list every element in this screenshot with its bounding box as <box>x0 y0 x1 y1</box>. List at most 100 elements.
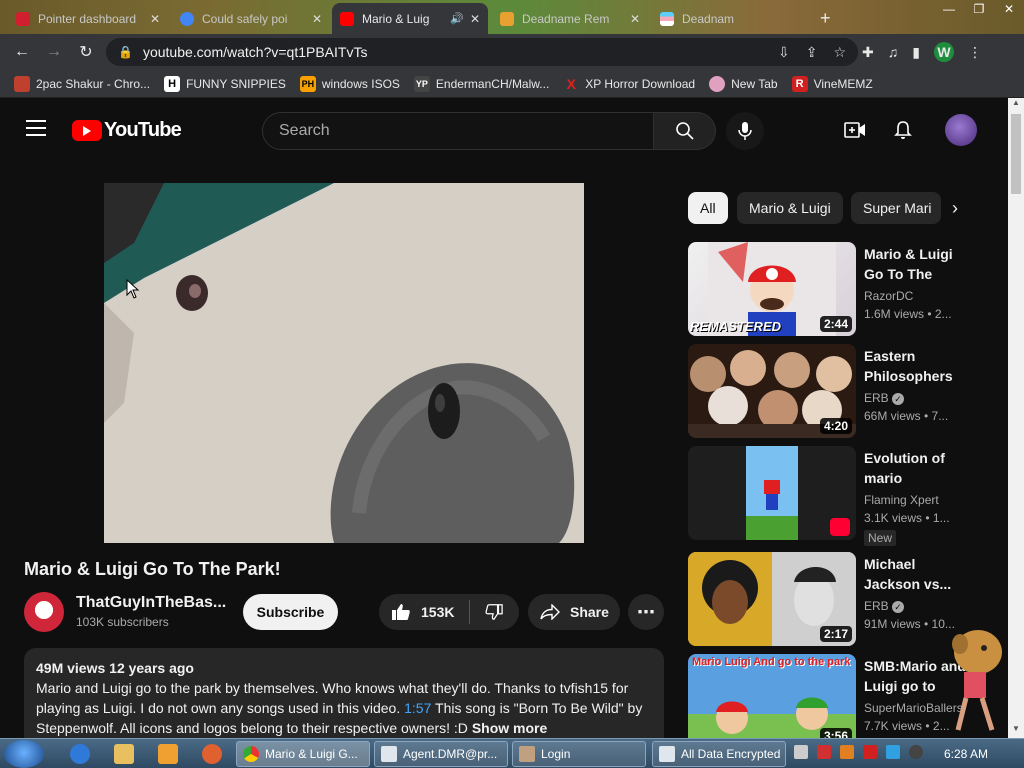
like-button[interactable]: 153K <box>379 594 469 630</box>
close-tab-icon[interactable]: ✕ <box>470 12 480 26</box>
page-scrollbar[interactable]: ▲ ▼ <box>1008 98 1024 738</box>
search-tray-icon[interactable] <box>840 745 854 759</box>
minimize-icon[interactable]: — <box>934 0 964 18</box>
tray-icon[interactable] <box>794 745 808 759</box>
tab-title: Pointer dashboard <box>38 11 137 26</box>
youtube-logo[interactable]: YouTube <box>72 119 182 142</box>
chip-mario-luigi[interactable]: Mario & Luigi <box>737 192 843 224</box>
video-duration: 2:44 <box>819 316 852 332</box>
recommendation-channel[interactable]: ERB ✓ <box>864 599 905 613</box>
menu-kebab-icon[interactable]: ⋮ <box>968 44 982 61</box>
extensions-puzzle-icon[interactable]: ✚ <box>862 44 874 61</box>
bookmark-item[interactable]: PH windows ISOS <box>299 75 400 92</box>
bookmark-item[interactable]: X XP Horror Download <box>563 76 696 92</box>
recommendation-title[interactable]: Evolution of mario <box>864 448 968 488</box>
media-player-icon[interactable] <box>158 744 178 764</box>
browser-tab[interactable]: Pointer dashboard ✕ <box>8 3 168 34</box>
close-tab-icon[interactable]: ✕ <box>630 12 640 26</box>
antivirus-icon[interactable] <box>817 745 831 759</box>
bookmark-item[interactable]: YP EndermanCH/Malw... <box>413 75 550 92</box>
app-quicklaunch-icon[interactable] <box>202 744 222 764</box>
profile-avatar[interactable]: W <box>933 42 954 62</box>
forward-icon[interactable]: → <box>38 36 70 68</box>
recommendation-channel[interactable]: ERB ✓ <box>864 391 905 405</box>
speaker-icon[interactable]: 🔊 <box>450 12 464 25</box>
back-icon[interactable]: ← <box>6 36 38 68</box>
browser-tab[interactable]: Could safely poi ✕ <box>172 3 330 34</box>
scroll-up-icon[interactable]: ▲ <box>1008 98 1024 112</box>
bookmark-item[interactable]: New Tab <box>709 75 778 92</box>
taskbar-button-login[interactable]: Login <box>512 741 646 767</box>
file-explorer-icon[interactable] <box>114 744 134 764</box>
description-box[interactable]: 49M views 12 years ago Mario and Luigi g… <box>24 648 664 738</box>
channel-avatar[interactable] <box>24 592 64 632</box>
network-icon[interactable] <box>886 745 900 759</box>
browser-tab-active[interactable]: Mario & Luig 🔊 ✕ <box>332 3 488 34</box>
recommendation-item[interactable]: REMASTERED 2:44 Mario & Luigi Go To The … <box>688 242 988 336</box>
media-icon[interactable]: ♫ <box>888 44 899 60</box>
timestamp-link[interactable]: 1:57 <box>404 700 431 716</box>
video-thumbnail[interactable] <box>688 446 856 540</box>
start-button-icon[interactable] <box>4 740 44 768</box>
side-panel-icon[interactable]: ▮ <box>912 44 920 61</box>
youtube-play-icon <box>72 120 102 141</box>
recommendation-item[interactable]: 4:20 Eastern Philosophers ... ERB ✓ 66M … <box>688 344 988 438</box>
account-avatar[interactable] <box>945 114 977 146</box>
flag-icon[interactable] <box>863 745 877 759</box>
recommendation-title[interactable]: Eastern Philosophers ... <box>864 346 968 386</box>
search-input[interactable]: Search <box>262 112 654 150</box>
taskbar-button-encrypted[interactable]: All Data Encrypted <box>652 741 786 767</box>
bookmark-star-icon[interactable]: ☆ <box>833 44 846 61</box>
volume-icon[interactable] <box>909 745 923 759</box>
chip-all[interactable]: All <box>688 192 728 224</box>
notifications-bell-icon[interactable] <box>891 118 915 142</box>
dislike-button[interactable] <box>470 594 518 630</box>
scrollbar-thumb[interactable] <box>1011 114 1021 194</box>
video-thumbnail[interactable]: Mario Luigi And go to the park 3:56 <box>688 654 856 738</box>
video-thumbnail[interactable]: 4:20 <box>688 344 856 438</box>
browser-tab[interactable]: Deadnam <box>652 3 802 34</box>
close-tab-icon[interactable]: ✕ <box>150 12 160 26</box>
create-video-icon[interactable] <box>843 118 867 142</box>
install-icon[interactable]: ⇩ <box>778 44 790 61</box>
recommendation-title[interactable]: Michael Jackson vs... <box>864 554 968 594</box>
search-button[interactable] <box>654 112 716 150</box>
address-bar[interactable]: 🔒 youtube.com/watch?v=qt1PBAITvTs ⇩ ⇪ ☆ <box>106 38 858 66</box>
bookmark-item[interactable]: H FUNNY SNIPPIES <box>164 75 286 92</box>
share-button[interactable]: Share <box>528 594 620 630</box>
url-text[interactable]: youtube.com/watch?v=qt1PBAITvTs <box>143 44 368 60</box>
recommendation-channel[interactable]: RazorDC <box>864 289 913 303</box>
restore-icon[interactable]: ❐ <box>964 0 994 18</box>
show-more-button[interactable]: Show more <box>472 720 547 736</box>
video-thumbnail[interactable]: 2:17 <box>688 552 856 646</box>
taskbar-button-chrome[interactable]: Mario & Luigi G... <box>236 741 370 767</box>
taskbar-clock[interactable]: 6:28 AM <box>944 747 988 761</box>
bookmark-item[interactable]: 2pac Shakur - Chro... <box>14 75 150 92</box>
browser-tab[interactable]: Deadname Rem ✕ <box>492 3 648 34</box>
chevron-right-icon[interactable]: › <box>952 198 958 219</box>
subscribe-button[interactable]: Subscribe <box>243 594 338 630</box>
video-player[interactable] <box>104 183 584 543</box>
recommendation-title[interactable]: Mario & Luigi Go To The Par... <box>864 244 968 284</box>
lock-icon[interactable]: 🔒 <box>118 45 133 59</box>
google-icon <box>180 11 194 26</box>
reload-icon[interactable]: ↻ <box>70 36 102 68</box>
more-actions-icon[interactable]: ⋯ <box>628 594 664 630</box>
share-icon[interactable]: ⇪ <box>806 44 818 61</box>
close-tab-icon[interactable]: ✕ <box>312 12 322 26</box>
bookmark-item[interactable]: R VineMEMZ <box>791 75 873 92</box>
internet-explorer-icon[interactable] <box>70 744 90 764</box>
new-tab-button[interactable]: + <box>812 3 842 34</box>
recommendation-channel[interactable]: Flaming Xpert <box>864 493 939 507</box>
taskbar-button-agent[interactable]: Agent.DMR@pr... <box>374 741 508 767</box>
bookmark-label: EndermanCH/Malw... <box>435 76 550 91</box>
recommendation-item[interactable]: Evolution of mario Flaming Xpert 3.1K vi… <box>688 446 988 546</box>
close-window-icon[interactable]: ✕ <box>994 0 1024 18</box>
hamburger-menu-icon[interactable] <box>26 120 46 136</box>
channel-name[interactable]: ThatGuyInTheBas... <box>76 594 226 612</box>
voice-search-button[interactable] <box>726 112 764 150</box>
scroll-down-icon[interactable]: ▼ <box>1008 724 1024 738</box>
share-arrow-icon <box>540 604 560 620</box>
video-thumbnail[interactable]: REMASTERED 2:44 <box>688 242 856 336</box>
chip-super-mario[interactable]: Super Mari <box>851 192 941 224</box>
